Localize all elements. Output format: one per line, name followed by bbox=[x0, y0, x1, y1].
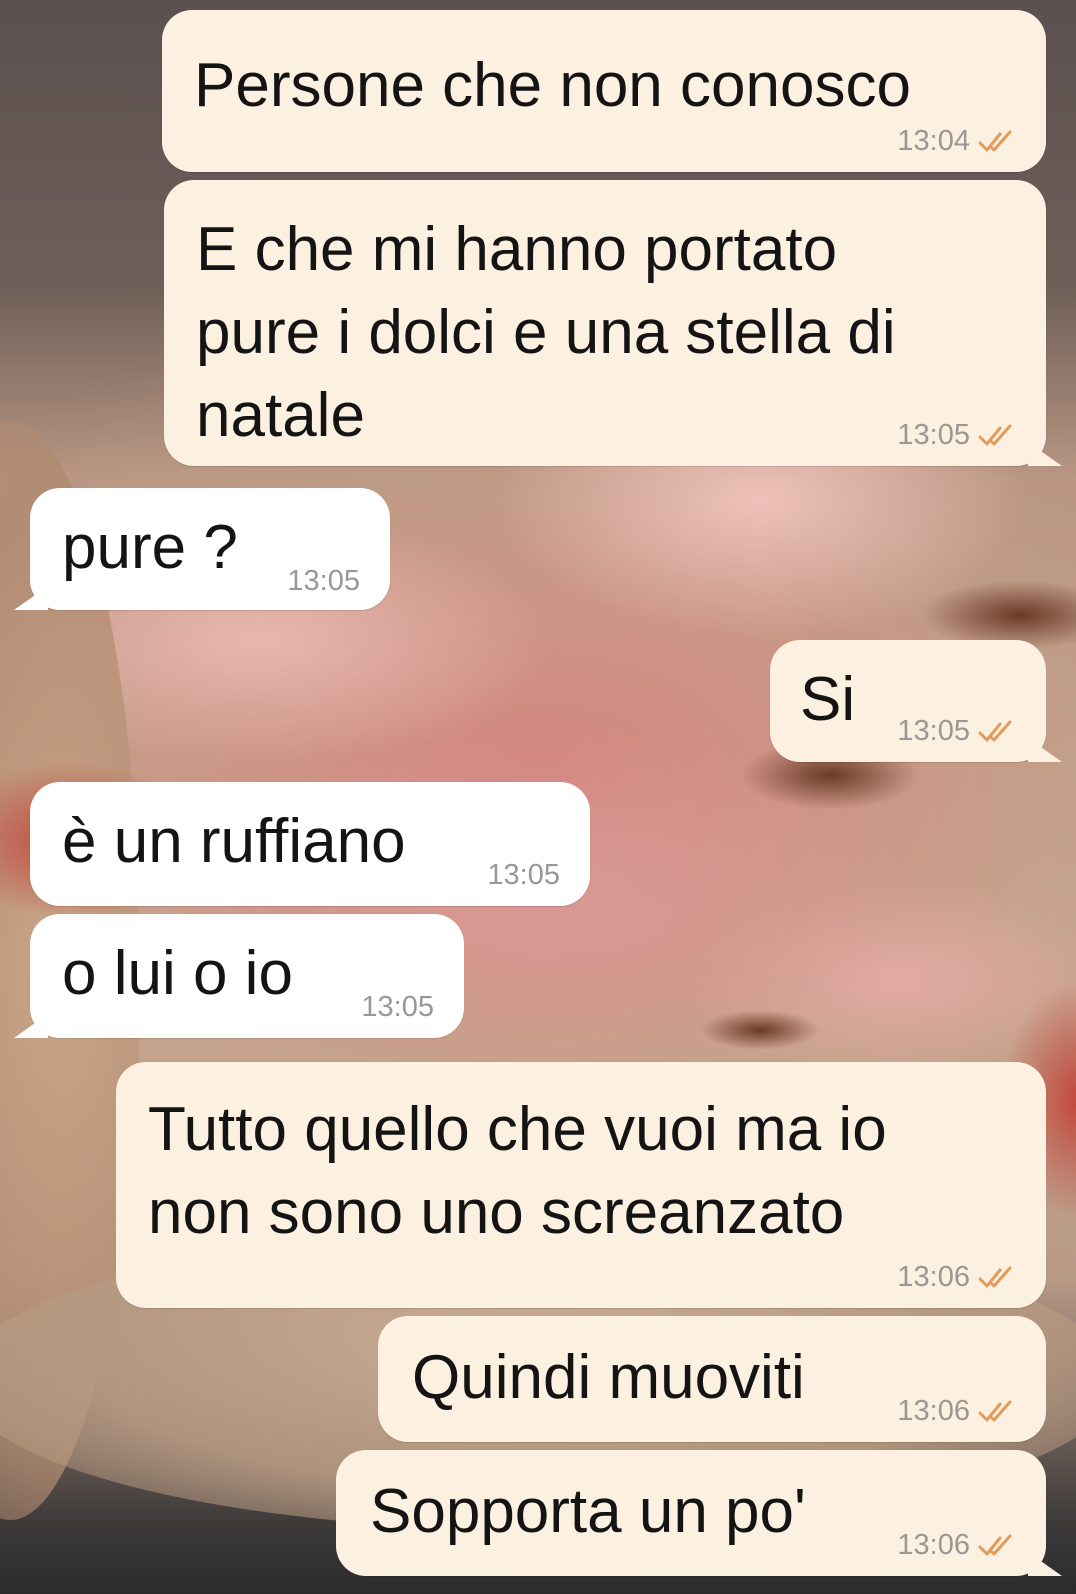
double-check-icon bbox=[978, 1534, 1012, 1555]
message-text: E che mi hanno portato pure i dolci e un… bbox=[196, 215, 896, 450]
message-time: 13:05 bbox=[361, 991, 434, 1023]
message-meta: 13:04 bbox=[897, 125, 1020, 158]
double-check-icon bbox=[978, 720, 1012, 741]
message-meta: 13:06 bbox=[897, 1395, 1020, 1428]
message-bubble-outgoing[interactable]: Si 13:05 bbox=[770, 640, 1046, 762]
message-time: 13:04 bbox=[897, 125, 970, 157]
message-meta: 13:05 bbox=[487, 859, 560, 892]
message-time: 13:06 bbox=[897, 1529, 970, 1561]
message-text: Quindi muoviti bbox=[412, 1343, 805, 1412]
message-text: è un ruffiano bbox=[62, 807, 406, 876]
message-bubble-outgoing[interactable]: Quindi muoviti 13:06 bbox=[378, 1316, 1046, 1442]
message-meta: 13:05 bbox=[361, 991, 434, 1024]
message-bubble-incoming[interactable]: pure ? 13:05 bbox=[30, 488, 390, 610]
message-meta: 13:06 bbox=[897, 1261, 1020, 1294]
message-bubble-outgoing[interactable]: E che mi hanno portato pure i dolci e un… bbox=[164, 180, 1046, 466]
message-text: Persone che non conosco bbox=[194, 51, 911, 120]
message-time: 13:05 bbox=[487, 859, 560, 891]
message-time: 13:05 bbox=[287, 565, 360, 597]
double-check-icon bbox=[978, 1400, 1012, 1421]
message-bubble-incoming[interactable]: è un ruffiano 13:05 bbox=[30, 782, 590, 906]
message-text: pure ? bbox=[62, 513, 238, 582]
message-text: Tutto quello che vuoi ma io non sono uno… bbox=[148, 1095, 887, 1247]
message-meta: 13:05 bbox=[897, 715, 1020, 748]
message-meta: 13:05 bbox=[287, 565, 360, 598]
message-text: Sopporta un po' bbox=[370, 1477, 806, 1546]
message-text: o lui o io bbox=[62, 939, 293, 1008]
message-meta: 13:05 bbox=[897, 419, 1020, 452]
message-meta: 13:06 bbox=[897, 1529, 1020, 1562]
message-text: Si bbox=[800, 665, 856, 734]
message-bubble-outgoing[interactable]: Sopporta un po' 13:06 bbox=[336, 1450, 1046, 1576]
message-time: 13:06 bbox=[897, 1261, 970, 1293]
message-bubble-outgoing[interactable]: Tutto quello che vuoi ma io non sono uno… bbox=[116, 1062, 1046, 1308]
message-time: 13:06 bbox=[897, 1395, 970, 1427]
wallpaper-char bbox=[700, 1010, 820, 1050]
message-time: 13:05 bbox=[897, 419, 970, 451]
message-bubble-outgoing[interactable]: Persone che non conosco 13:04 bbox=[162, 10, 1046, 172]
double-check-icon bbox=[978, 1266, 1012, 1287]
double-check-icon bbox=[978, 130, 1012, 151]
message-bubble-incoming[interactable]: o lui o io 13:05 bbox=[30, 914, 464, 1038]
double-check-icon bbox=[978, 424, 1012, 445]
message-time: 13:05 bbox=[897, 715, 970, 747]
